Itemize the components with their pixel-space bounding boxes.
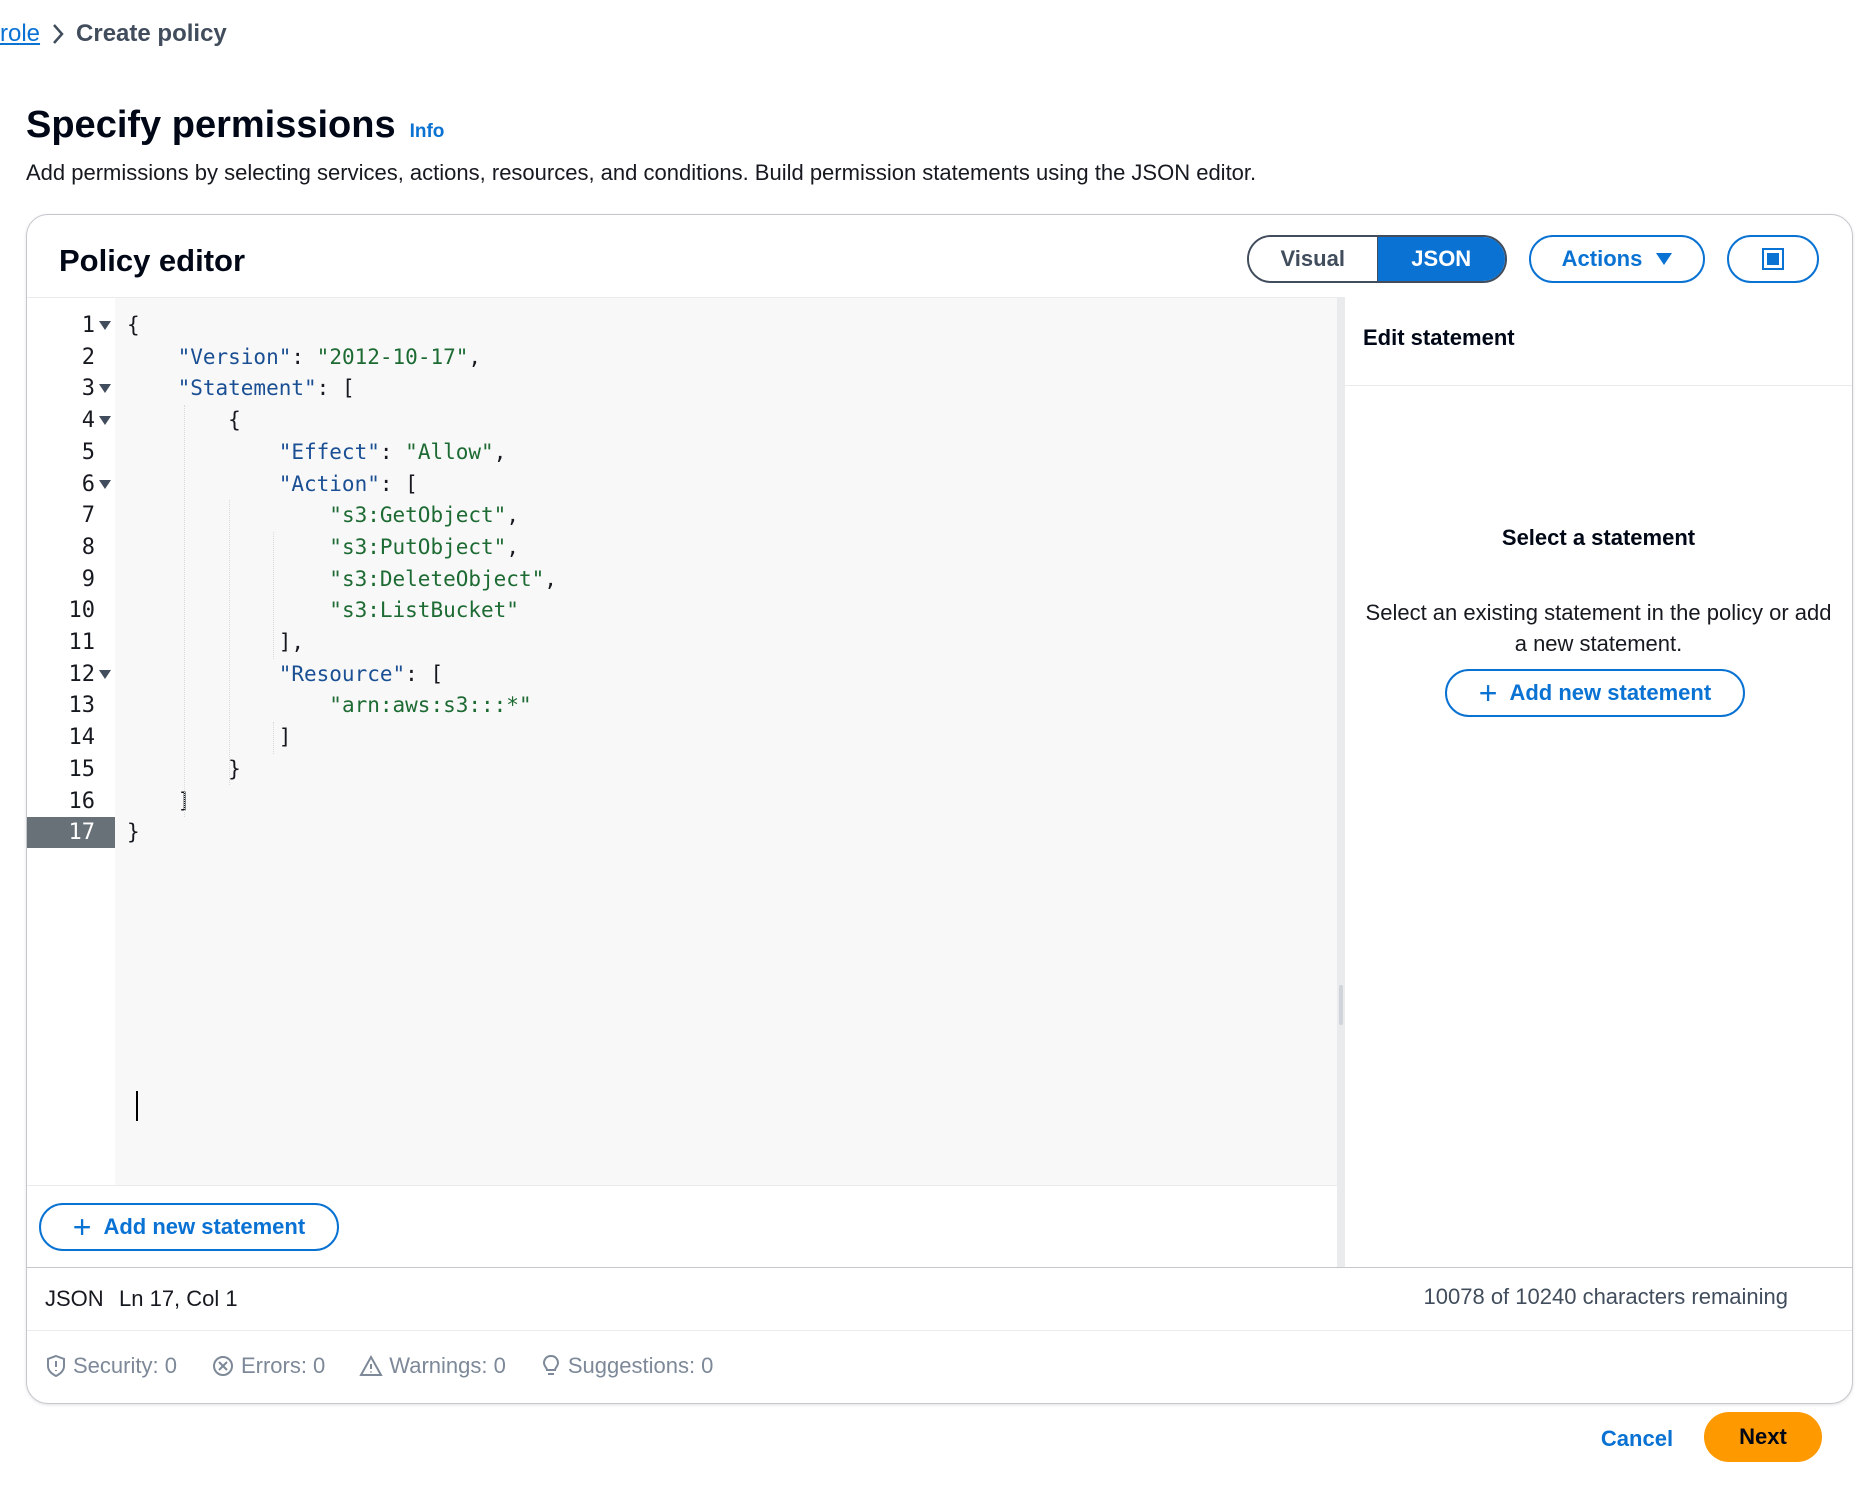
line-number: 6 xyxy=(81,471,95,497)
characters-remaining: 10078 of 10240 characters remaining xyxy=(1423,1284,1788,1309)
empty-state-title: Select a statement xyxy=(1501,525,1696,550)
json-code-editor[interactable]: 1 2 3 4 5 6 7 8 9 10 11 12 13 14 15 16 17 { "Version": "… xyxy=(27,297,1337,1186)
line-number: 12 xyxy=(68,661,96,687)
security-tab[interactable]: Security: 0 xyxy=(45,1353,177,1379)
line-number: 4 xyxy=(81,408,95,434)
line-number: 2 xyxy=(81,344,95,370)
security-count: Security: 0 xyxy=(73,1353,177,1378)
line-number: 14 xyxy=(68,725,96,751)
json-mode-button[interactable]: JSON xyxy=(1377,237,1505,281)
line-number: 13 xyxy=(68,693,96,719)
line-number: 3 xyxy=(81,376,95,402)
page-title: Specify permissions xyxy=(26,104,396,146)
status-mode: JSON xyxy=(45,1286,104,1311)
panel-splitter[interactable] xyxy=(1337,297,1345,1267)
line-number: 10 xyxy=(68,598,96,624)
errors-tab[interactable]: Errors: 0 xyxy=(211,1353,325,1379)
side-add-statement-label: Add new statement xyxy=(1509,680,1712,705)
add-statement-label: Add new statement xyxy=(103,1214,306,1239)
indent-guide xyxy=(273,722,275,754)
breadcrumb: role Create policy xyxy=(0,14,227,54)
side-add-new-statement-button[interactable]: + Add new statement xyxy=(1445,669,1745,717)
editor-footer: + Add new statement xyxy=(27,1185,1337,1268)
chevron-right-icon xyxy=(40,23,76,45)
code-line[interactable]: ], xyxy=(127,627,304,658)
code-line[interactable]: { xyxy=(127,310,140,341)
page-description: Add permissions by selecting services, a… xyxy=(26,160,1257,185)
plus-icon: + xyxy=(1478,675,1498,711)
edit-statement-panel: Edit statement Select a statement Select… xyxy=(1345,297,1852,1267)
visual-mode-button[interactable]: Visual xyxy=(1249,237,1378,281)
line-number: 8 xyxy=(81,534,95,560)
code-line[interactable]: "Resource": [ xyxy=(127,659,443,690)
line-number: 16 xyxy=(68,788,96,814)
line-number: 1 xyxy=(81,313,95,338)
actions-label: Actions xyxy=(1561,246,1643,271)
editor-status-bar: JSON Ln 17, Col 1 10078 of 10240 charact… xyxy=(27,1267,1852,1331)
code-line[interactable]: "Version": "2012-10-17", xyxy=(127,342,481,373)
code-line[interactable]: "s3:PutObject", xyxy=(127,532,519,563)
cursor-position: Ln 17, Col 1 xyxy=(119,1286,238,1311)
policy-editor-title: Policy editor xyxy=(59,243,246,278)
code-line[interactable]: "Statement": [ xyxy=(127,373,355,404)
fold-toggle-icon[interactable] xyxy=(99,384,111,394)
warning-triangle-icon xyxy=(359,1354,383,1376)
errors-count: Errors: 0 xyxy=(240,1353,326,1378)
validation-summary: Security: 0 Errors: 0 Warnings: 0 Sugges… xyxy=(27,1329,1852,1403)
line-number: 15 xyxy=(68,756,96,782)
code-line[interactable]: ] xyxy=(127,786,191,817)
editor-mode-toggle: Visual JSON xyxy=(1247,235,1507,283)
fold-toggle-icon[interactable] xyxy=(99,416,111,426)
actions-dropdown-button[interactable]: Actions xyxy=(1529,235,1705,283)
code-line[interactable]: "s3:DeleteObject", xyxy=(127,564,557,595)
empty-state-description: Select an existing statement in the poli… xyxy=(1365,600,1832,656)
code-line[interactable]: "arn:aws:s3:::*" xyxy=(127,690,531,721)
fold-toggle-icon[interactable] xyxy=(99,669,111,679)
text-cursor xyxy=(136,1091,138,1121)
warnings-count: Warnings: 0 xyxy=(389,1353,506,1378)
line-number: 9 xyxy=(81,566,95,592)
code-line[interactable]: "Action": [ xyxy=(127,469,418,500)
plus-icon: + xyxy=(72,1209,92,1245)
code-line[interactable]: "s3:GetObject", xyxy=(127,500,519,531)
add-new-statement-button[interactable]: + Add new statement xyxy=(39,1203,339,1251)
indent-guide xyxy=(183,405,185,818)
line-number: 7 xyxy=(81,503,95,529)
code-area[interactable] xyxy=(115,298,1337,1186)
code-line[interactable]: } xyxy=(127,817,140,848)
next-button[interactable]: Next xyxy=(1704,1412,1822,1462)
suggestions-count: Suggestions: 0 xyxy=(567,1353,714,1378)
line-number: 5 xyxy=(81,439,95,465)
policy-editor-panel: Policy editor Visual JSON Actions 123456… xyxy=(26,214,1853,1404)
breadcrumb-link-role[interactable]: role xyxy=(0,20,40,48)
fullscreen-icon xyxy=(1762,248,1784,270)
edit-statement-title: Edit statement xyxy=(1363,325,1515,350)
line-number-gutter: 1 2 3 4 5 6 7 8 9 10 11 12 13 14 15 16 17 xyxy=(27,298,115,1186)
fold-toggle-icon[interactable] xyxy=(99,479,111,489)
code-line[interactable]: "s3:ListBucket" xyxy=(127,595,519,626)
warnings-tab[interactable]: Warnings: 0 xyxy=(359,1353,506,1379)
policy-editor-header: Policy editor Visual JSON Actions xyxy=(27,215,1852,297)
line-number: 17 xyxy=(27,817,115,849)
error-circle-icon xyxy=(212,1356,233,1376)
indent-guide xyxy=(273,531,275,659)
breadcrumb-current: Create policy xyxy=(76,20,227,47)
splitter-handle[interactable] xyxy=(1339,985,1343,1025)
edit-statement-header: Edit statement xyxy=(1345,297,1852,386)
code-line[interactable]: ] xyxy=(127,722,292,753)
page-header: Specify permissions Info xyxy=(26,104,444,147)
shield-icon xyxy=(47,1354,65,1378)
suggestions-tab[interactable]: Suggestions: 0 xyxy=(540,1353,714,1379)
cancel-button[interactable]: Cancel xyxy=(1588,1417,1686,1461)
info-link[interactable]: Info xyxy=(410,121,445,143)
line-number: 11 xyxy=(68,630,96,655)
caret-down-icon xyxy=(1656,253,1673,265)
fullscreen-button[interactable] xyxy=(1727,235,1819,283)
lightbulb-icon xyxy=(542,1354,559,1375)
fold-toggle-icon[interactable] xyxy=(99,321,111,330)
indent-guide xyxy=(228,500,230,786)
